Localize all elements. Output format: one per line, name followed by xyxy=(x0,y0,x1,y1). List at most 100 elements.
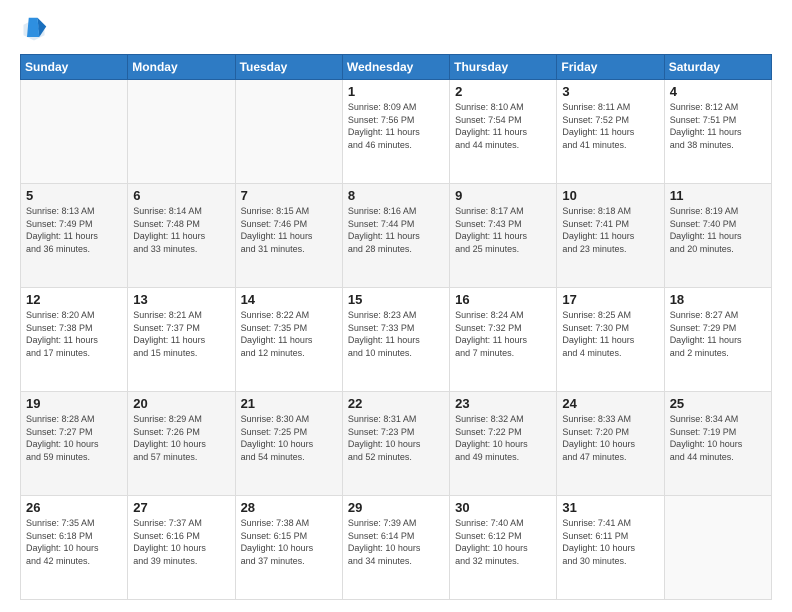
day-number: 25 xyxy=(670,396,766,411)
day-info: Sunrise: 8:19 AM Sunset: 7:40 PM Dayligh… xyxy=(670,205,766,255)
day-number: 14 xyxy=(241,292,337,307)
calendar-table: SundayMondayTuesdayWednesdayThursdayFrid… xyxy=(20,54,772,600)
weekday-header-saturday: Saturday xyxy=(664,55,771,80)
calendar-cell: 26 Sunrise: 7:35 AM Sunset: 6:18 PM Dayli… xyxy=(21,496,128,600)
day-number: 30 xyxy=(455,500,551,515)
calendar-cell: 12 Sunrise: 8:20 AM Sunset: 7:38 PM Dayli… xyxy=(21,288,128,392)
calendar-cell xyxy=(664,496,771,600)
calendar-cell: 29 Sunrise: 7:39 AM Sunset: 6:14 PM Dayli… xyxy=(342,496,449,600)
day-info: Sunrise: 8:09 AM Sunset: 7:56 PM Dayligh… xyxy=(348,101,444,151)
day-number: 9 xyxy=(455,188,551,203)
day-number: 10 xyxy=(562,188,658,203)
day-number: 12 xyxy=(26,292,122,307)
calendar-cell: 14 Sunrise: 8:22 AM Sunset: 7:35 PM Dayli… xyxy=(235,288,342,392)
day-number: 1 xyxy=(348,84,444,99)
day-number: 3 xyxy=(562,84,658,99)
calendar-cell xyxy=(21,80,128,184)
calendar-cell: 16 Sunrise: 8:24 AM Sunset: 7:32 PM Dayli… xyxy=(450,288,557,392)
calendar-week-1: 1 Sunrise: 8:09 AM Sunset: 7:56 PM Daylig… xyxy=(21,80,772,184)
calendar-cell: 22Sunrise: 8:31 AM Sunset: 7:23 PM Dayli… xyxy=(342,392,449,496)
calendar-cell: 18 Sunrise: 8:27 AM Sunset: 7:29 PM Dayli… xyxy=(664,288,771,392)
day-number: 29 xyxy=(348,500,444,515)
weekday-header-sunday: Sunday xyxy=(21,55,128,80)
day-info: Sunrise: 8:32 AM Sunset: 7:22 PM Dayligh… xyxy=(455,413,551,463)
day-info: Sunrise: 8:22 AM Sunset: 7:35 PM Dayligh… xyxy=(241,309,337,359)
day-info: Sunrise: 7:39 AM Sunset: 6:14 PM Dayligh… xyxy=(348,517,444,567)
day-number: 19 xyxy=(26,396,122,411)
calendar-cell: 20 Sunrise: 8:29 AM Sunset: 7:26 PM Dayli… xyxy=(128,392,235,496)
day-number: 11 xyxy=(670,188,766,203)
calendar-week-2: 5 Sunrise: 8:13 AM Sunset: 7:49 PM Daylig… xyxy=(21,184,772,288)
calendar-cell: 17 Sunrise: 8:25 AM Sunset: 7:30 PM Dayli… xyxy=(557,288,664,392)
day-info: Sunrise: 8:30 AM Sunset: 7:25 PM Dayligh… xyxy=(241,413,337,463)
weekday-header-tuesday: Tuesday xyxy=(235,55,342,80)
day-info: Sunrise: 8:11 AM Sunset: 7:52 PM Dayligh… xyxy=(562,101,658,151)
day-number: 26 xyxy=(26,500,122,515)
day-number: 17 xyxy=(562,292,658,307)
day-number: 31 xyxy=(562,500,658,515)
header xyxy=(20,16,772,44)
day-info: Sunrise: 7:35 AM Sunset: 6:18 PM Dayligh… xyxy=(26,517,122,567)
calendar-cell: 15Sunrise: 8:23 AM Sunset: 7:33 PM Dayli… xyxy=(342,288,449,392)
calendar-cell: 21 Sunrise: 8:30 AM Sunset: 7:25 PM Dayli… xyxy=(235,392,342,496)
calendar-week-5: 26 Sunrise: 7:35 AM Sunset: 6:18 PM Dayli… xyxy=(21,496,772,600)
day-info: Sunrise: 8:18 AM Sunset: 7:41 PM Dayligh… xyxy=(562,205,658,255)
calendar-cell: 8Sunrise: 8:16 AM Sunset: 7:44 PM Daylig… xyxy=(342,184,449,288)
day-info: Sunrise: 8:34 AM Sunset: 7:19 PM Dayligh… xyxy=(670,413,766,463)
day-info: Sunrise: 8:12 AM Sunset: 7:51 PM Dayligh… xyxy=(670,101,766,151)
calendar-cell: 10 Sunrise: 8:18 AM Sunset: 7:41 PM Dayli… xyxy=(557,184,664,288)
calendar-cell: 24Sunrise: 8:33 AM Sunset: 7:20 PM Dayli… xyxy=(557,392,664,496)
day-info: Sunrise: 8:24 AM Sunset: 7:32 PM Dayligh… xyxy=(455,309,551,359)
day-number: 22 xyxy=(348,396,444,411)
weekday-header-row: SundayMondayTuesdayWednesdayThursdayFrid… xyxy=(21,55,772,80)
day-number: 20 xyxy=(133,396,229,411)
day-info: Sunrise: 8:10 AM Sunset: 7:54 PM Dayligh… xyxy=(455,101,551,151)
weekday-header-wednesday: Wednesday xyxy=(342,55,449,80)
day-info: Sunrise: 8:15 AM Sunset: 7:46 PM Dayligh… xyxy=(241,205,337,255)
calendar-cell: 31 Sunrise: 7:41 AM Sunset: 6:11 PM Dayli… xyxy=(557,496,664,600)
calendar-week-3: 12 Sunrise: 8:20 AM Sunset: 7:38 PM Dayli… xyxy=(21,288,772,392)
day-info: Sunrise: 7:40 AM Sunset: 6:12 PM Dayligh… xyxy=(455,517,551,567)
day-number: 18 xyxy=(670,292,766,307)
day-info: Sunrise: 7:38 AM Sunset: 6:15 PM Dayligh… xyxy=(241,517,337,567)
day-number: 13 xyxy=(133,292,229,307)
day-info: Sunrise: 7:41 AM Sunset: 6:11 PM Dayligh… xyxy=(562,517,658,567)
calendar-cell: 30 Sunrise: 7:40 AM Sunset: 6:12 PM Dayli… xyxy=(450,496,557,600)
day-info: Sunrise: 7:37 AM Sunset: 6:16 PM Dayligh… xyxy=(133,517,229,567)
logo-icon xyxy=(20,16,48,44)
day-number: 27 xyxy=(133,500,229,515)
calendar-cell: 28Sunrise: 7:38 AM Sunset: 6:15 PM Dayli… xyxy=(235,496,342,600)
day-number: 6 xyxy=(133,188,229,203)
weekday-header-thursday: Thursday xyxy=(450,55,557,80)
day-number: 2 xyxy=(455,84,551,99)
calendar-cell xyxy=(128,80,235,184)
day-info: Sunrise: 8:29 AM Sunset: 7:26 PM Dayligh… xyxy=(133,413,229,463)
day-number: 23 xyxy=(455,396,551,411)
day-info: Sunrise: 8:17 AM Sunset: 7:43 PM Dayligh… xyxy=(455,205,551,255)
day-number: 21 xyxy=(241,396,337,411)
day-number: 4 xyxy=(670,84,766,99)
calendar-cell: 4 Sunrise: 8:12 AM Sunset: 7:51 PM Daylig… xyxy=(664,80,771,184)
day-info: Sunrise: 8:20 AM Sunset: 7:38 PM Dayligh… xyxy=(26,309,122,359)
day-info: Sunrise: 8:27 AM Sunset: 7:29 PM Dayligh… xyxy=(670,309,766,359)
calendar-cell: 5 Sunrise: 8:13 AM Sunset: 7:49 PM Daylig… xyxy=(21,184,128,288)
calendar-cell: 23 Sunrise: 8:32 AM Sunset: 7:22 PM Dayli… xyxy=(450,392,557,496)
calendar-cell: 11 Sunrise: 8:19 AM Sunset: 7:40 PM Dayli… xyxy=(664,184,771,288)
page: SundayMondayTuesdayWednesdayThursdayFrid… xyxy=(0,0,792,612)
day-info: Sunrise: 8:25 AM Sunset: 7:30 PM Dayligh… xyxy=(562,309,658,359)
day-number: 16 xyxy=(455,292,551,307)
day-number: 8 xyxy=(348,188,444,203)
calendar-cell: 2 Sunrise: 8:10 AM Sunset: 7:54 PM Daylig… xyxy=(450,80,557,184)
day-number: 5 xyxy=(26,188,122,203)
calendar-cell: 25 Sunrise: 8:34 AM Sunset: 7:19 PM Dayli… xyxy=(664,392,771,496)
calendar-week-4: 19Sunrise: 8:28 AM Sunset: 7:27 PM Dayli… xyxy=(21,392,772,496)
day-info: Sunrise: 8:14 AM Sunset: 7:48 PM Dayligh… xyxy=(133,205,229,255)
logo xyxy=(20,16,52,44)
day-number: 7 xyxy=(241,188,337,203)
weekday-header-friday: Friday xyxy=(557,55,664,80)
day-info: Sunrise: 8:33 AM Sunset: 7:20 PM Dayligh… xyxy=(562,413,658,463)
calendar-cell: 13 Sunrise: 8:21 AM Sunset: 7:37 PM Dayli… xyxy=(128,288,235,392)
day-info: Sunrise: 8:13 AM Sunset: 7:49 PM Dayligh… xyxy=(26,205,122,255)
day-info: Sunrise: 8:21 AM Sunset: 7:37 PM Dayligh… xyxy=(133,309,229,359)
calendar-cell xyxy=(235,80,342,184)
